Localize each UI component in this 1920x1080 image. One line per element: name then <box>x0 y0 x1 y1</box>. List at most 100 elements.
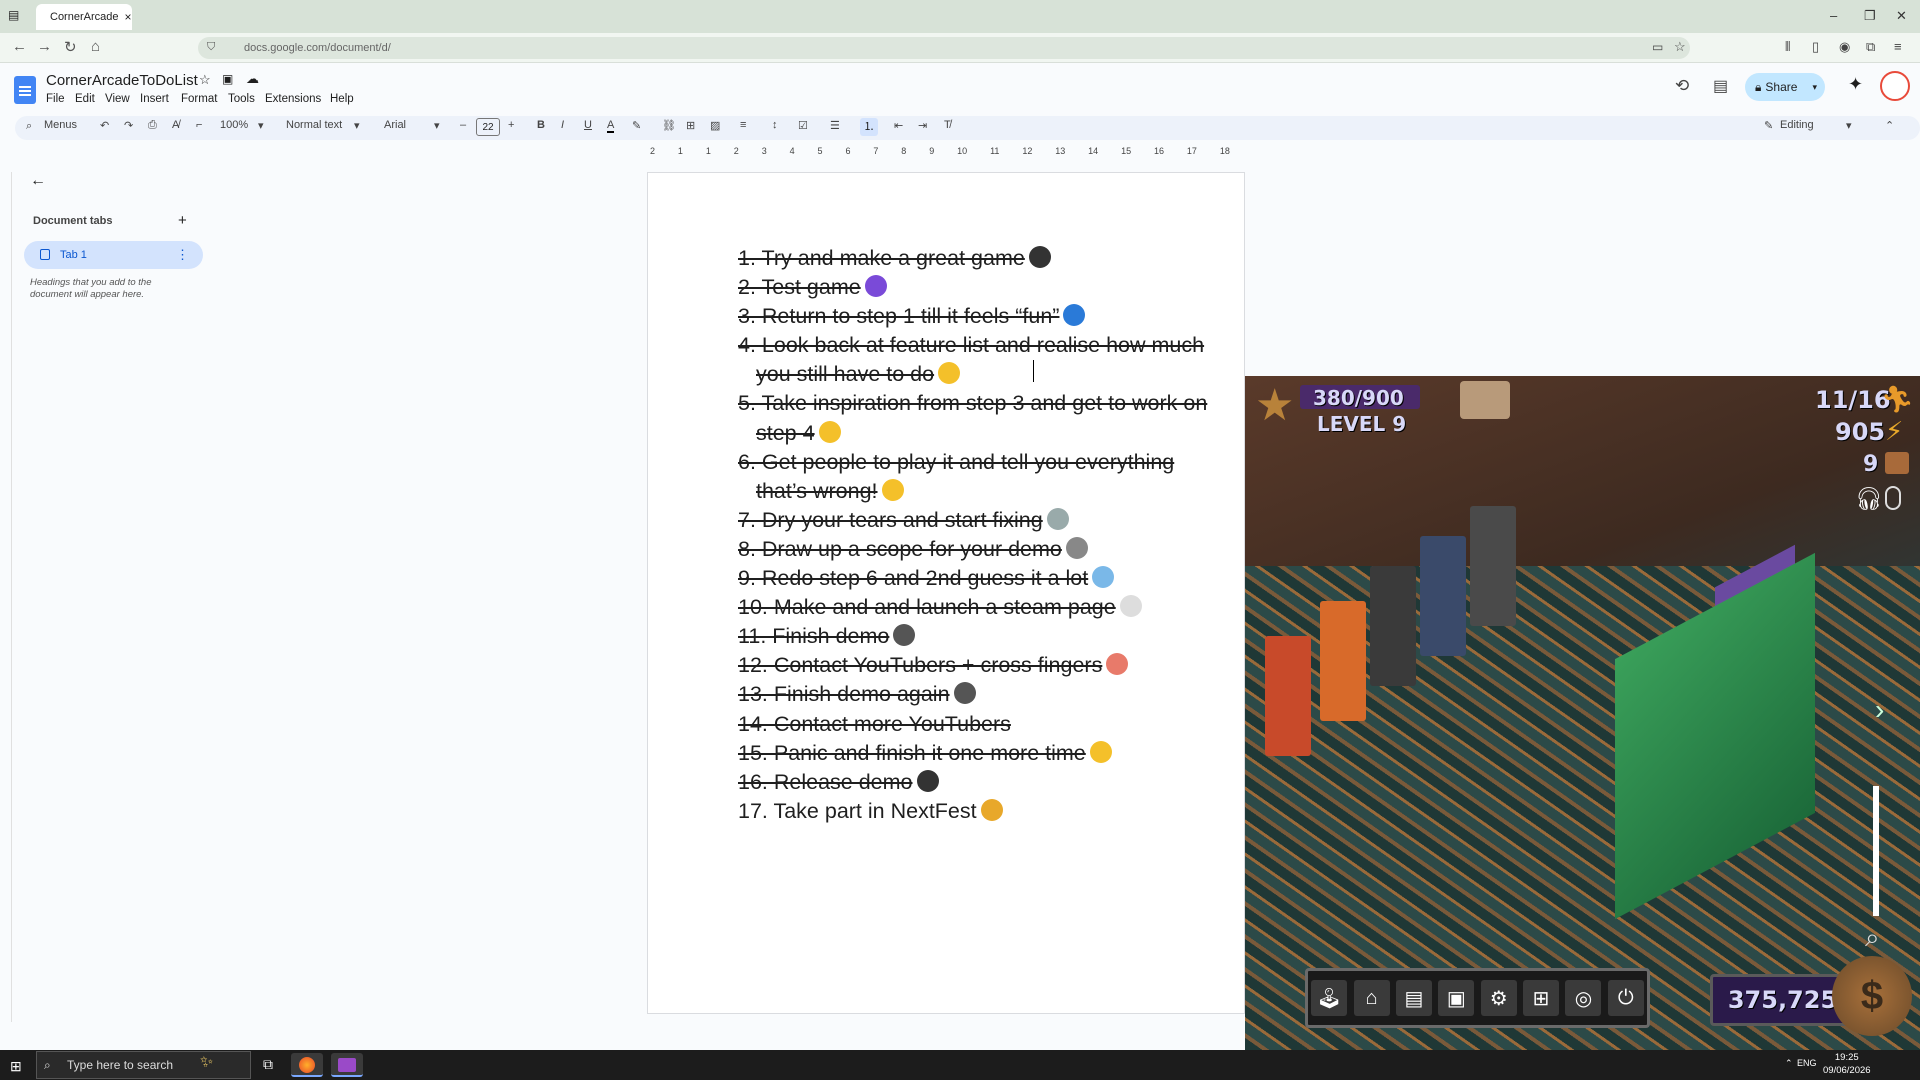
comments-icon[interactable]: ▤ <box>1713 76 1728 96</box>
cloud-status-icon[interactable]: ☁ <box>246 71 259 87</box>
menu-insert[interactable]: Insert <box>140 93 169 105</box>
network-icon[interactable]: ⊞ <box>1523 980 1560 1016</box>
decrease-indent-icon[interactable]: ⇤ <box>894 119 903 132</box>
text-color-icon[interactable]: A <box>607 119 615 133</box>
todo-item[interactable]: 4. Look back at feature list and realise… <box>738 331 1208 389</box>
line-spacing-icon[interactable]: ↕ <box>772 119 778 131</box>
todo-item[interactable]: 15. Panic and finish it one more time <box>738 739 1208 768</box>
todo-item[interactable]: 1. Try and make a great game <box>738 244 1208 273</box>
todo-item[interactable]: 10. Make and and launch a steam page <box>738 593 1208 622</box>
headphones-icon[interactable]: 🎧︎ <box>1855 486 1883 512</box>
todo-item[interactable]: 6. Get people to play it and tell you ev… <box>738 448 1208 506</box>
input-language[interactable]: ENG <box>1797 1058 1817 1068</box>
site-security-icon[interactable]: ⛉ <box>207 41 215 54</box>
comment-icon[interactable]: ⊞ <box>686 119 695 132</box>
browser-tab[interactable]: CornerArcade × <box>36 4 132 30</box>
menu-edit[interactable]: Edit <box>75 93 95 105</box>
cassette-icon[interactable] <box>1460 381 1510 419</box>
font-select[interactable]: Arial <box>384 119 406 131</box>
game-taskbar-app[interactable] <box>331 1053 363 1077</box>
avatar[interactable] <box>1880 71 1910 101</box>
browser-menu-icon[interactable]: ≡ <box>1894 39 1902 54</box>
clear-formatting-icon[interactable]: T̸ <box>944 119 951 131</box>
todo-item[interactable]: 9. Redo step 6 and 2nd guess it a lot <box>738 564 1208 593</box>
reader-view-icon[interactable]: ▭ <box>1652 40 1663 54</box>
task-view-icon[interactable]: ⧉ <box>263 1056 273 1073</box>
reload-icon[interactable]: ↻ <box>64 38 77 56</box>
todo-item[interactable]: 16. Release demo <box>738 768 1208 797</box>
zoom-select[interactable]: 100% <box>220 119 248 131</box>
menu-tools[interactable]: Tools <box>228 93 255 105</box>
shop-icon[interactable]: ⌂ <box>1353 980 1390 1016</box>
todo-item[interactable]: 8. Draw up a scope for your demo <box>738 535 1208 564</box>
minimize-icon[interactable]: – <box>1830 8 1837 23</box>
redo-icon[interactable]: ↷ <box>124 119 133 132</box>
move-folder-icon[interactable]: ▣ <box>222 72 233 86</box>
back-icon[interactable]: ← <box>12 38 27 55</box>
italic-icon[interactable]: I <box>561 119 564 131</box>
spellcheck-icon[interactable]: A̸ <box>172 119 179 131</box>
todo-item[interactable]: 13. Finish demo again <box>738 680 1208 709</box>
arcade-cabinet[interactable] <box>1470 506 1516 626</box>
bookmark-star-icon[interactable]: ☆ <box>1674 39 1686 55</box>
font-size-input[interactable]: 22 <box>476 118 500 136</box>
steam-icon[interactable]: ◎ <box>1565 980 1602 1016</box>
close-tab-icon[interactable]: × <box>124 10 131 24</box>
print-icon[interactable]: ⎙ <box>148 119 157 132</box>
decrease-font-size-icon[interactable]: – <box>460 119 466 131</box>
arcade-cabinet[interactable] <box>1420 536 1466 656</box>
tab-options-icon[interactable]: ⋮ <box>176 247 189 263</box>
undo-icon[interactable]: ↶ <box>100 119 109 132</box>
menu-file[interactable]: File <box>46 93 65 105</box>
library-icon[interactable]: ⫴ <box>1785 39 1790 55</box>
share-button[interactable]: 🔒︎ Share ▾ <box>1745 73 1825 101</box>
firefox-taskbar-app[interactable] <box>291 1053 323 1077</box>
underline-icon[interactable]: U <box>584 119 592 131</box>
align-icon[interactable]: ≡ <box>740 119 746 131</box>
editing-mode-select[interactable]: Editing <box>1780 119 1814 131</box>
arrow-right-icon[interactable]: › <box>1875 694 1884 726</box>
todo-list[interactable]: 1. Try and make a great game 2. Test game… <box>738 244 1208 826</box>
briefcase-icon[interactable]: ▤ <box>1395 980 1432 1016</box>
search-menus-label[interactable]: Menus <box>44 119 77 131</box>
todo-item[interactable]: 7. Dry your tears and start fixing <box>738 506 1208 535</box>
todo-item[interactable]: 17. Take part in NextFest <box>738 797 1208 826</box>
horizontal-ruler[interactable]: 2 1 1 2 3 4 5 6 7 8 9 10 11 12 13 14 15 16 17 18 <box>650 146 1250 160</box>
taskbar-search[interactable]: Type here to search <box>36 1051 251 1079</box>
todo-item[interactable]: 12. Contact YouTubers + cross fingers <box>738 651 1208 680</box>
todo-item[interactable]: 3. Return to step 1 till it feels “fun” <box>738 302 1208 331</box>
menu-view[interactable]: View <box>105 93 130 105</box>
forward-icon[interactable]: → <box>37 38 52 55</box>
close-outline-back-icon[interactable]: ← <box>30 172 46 190</box>
bulleted-list-icon[interactable]: ☰ <box>830 119 840 132</box>
magnifier-icon[interactable]: ⌕ <box>1865 922 1880 954</box>
todo-item[interactable]: 2. Test game <box>738 273 1208 302</box>
docs-logo-icon[interactable] <box>14 76 36 104</box>
windows-start-icon[interactable]: ⊞ <box>10 1058 22 1075</box>
checklist-icon[interactable]: ☑ <box>798 119 808 132</box>
joystick-icon[interactable]: 🕹︎ <box>1311 980 1348 1016</box>
account-icon[interactable]: ◉ <box>1839 39 1850 55</box>
todo-item[interactable]: 11. Finish demo <box>738 622 1208 651</box>
arcade-cabinet[interactable] <box>1370 566 1416 686</box>
increase-indent-icon[interactable]: ⇥ <box>918 119 927 132</box>
hide-menus-icon[interactable]: ⌃ <box>1885 119 1894 132</box>
power-icon[interactable]: ⏻ <box>1607 980 1644 1016</box>
save-icon[interactable]: ▣ <box>1438 980 1475 1016</box>
sidebar-toggle-icon[interactable]: ▯ <box>1812 39 1819 55</box>
bold-icon[interactable]: B <box>537 119 545 131</box>
numbered-list-icon[interactable]: ⒈ <box>860 118 878 136</box>
extensions-icon[interactable]: ⧉ <box>1866 39 1875 55</box>
sidebar-tab-1[interactable]: Tab 1 ⋮ <box>24 241 203 269</box>
zoom-slider[interactable] <box>1873 786 1879 916</box>
arcade-cabinet[interactable] <box>1320 601 1366 721</box>
gemini-icon[interactable]: ✦ <box>1848 74 1863 95</box>
close-window-icon[interactable]: ✕ <box>1896 8 1907 24</box>
search-menus-icon[interactable]: ⌕ <box>26 120 32 133</box>
todo-item[interactable]: 14. Contact more YouTubers <box>738 710 1208 739</box>
star-icon[interactable]: ☆ <box>199 72 211 88</box>
system-tray-chevron-icon[interactable]: ⌃ <box>1785 1058 1793 1069</box>
vertical-ruler[interactable] <box>0 172 12 1022</box>
settings-icon[interactable]: ⚙︎ <box>1480 980 1517 1016</box>
taskbar-clock[interactable]: 19:25 09/06/2026 <box>1823 1051 1871 1077</box>
